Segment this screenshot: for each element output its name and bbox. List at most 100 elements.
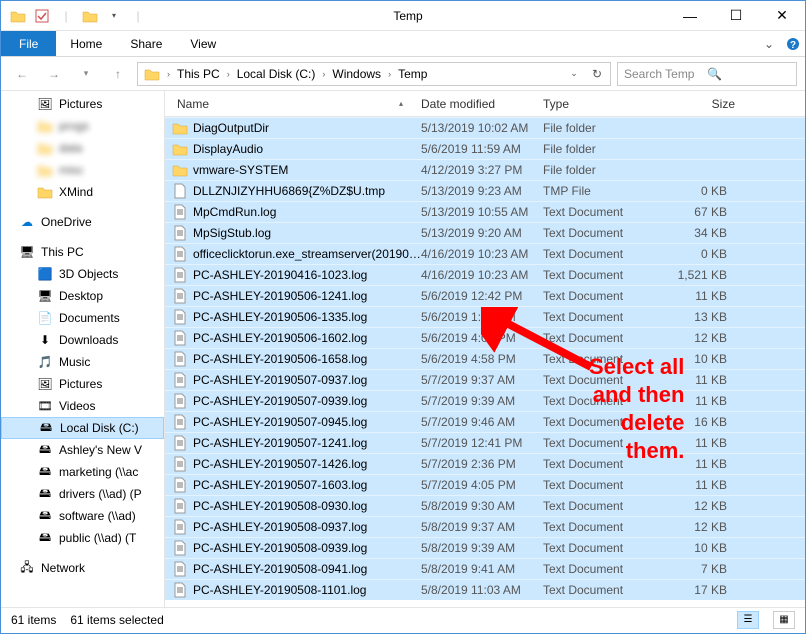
file-name: PC-ASHLEY-20190507-0937.log — [193, 373, 421, 387]
nav-item[interactable]: misc — [1, 159, 164, 181]
up-button[interactable]: ↑ — [105, 61, 131, 87]
nav-item[interactable]: 🖴public (\\ad) (T — [1, 527, 164, 549]
table-row[interactable]: DiagOutputDir5/13/2019 10:02 AMFile fold… — [165, 117, 805, 138]
chevron-right-icon[interactable]: › — [386, 69, 393, 79]
details-view-button[interactable]: ☰ — [737, 611, 759, 629]
nav-item[interactable]: 🖥Desktop — [1, 285, 164, 307]
tab-home[interactable]: Home — [56, 31, 116, 56]
text-icon — [171, 413, 189, 431]
nav-icon: 🖴 — [37, 464, 53, 480]
nav-item[interactable]: 🖼Pictures — [1, 373, 164, 395]
drive-icon[interactable] — [140, 63, 164, 85]
search-input[interactable]: Search Temp 🔍 — [617, 62, 797, 86]
crumb-localdisk[interactable]: Local Disk (C:) — [233, 63, 320, 85]
ribbon-expand-icon[interactable]: ⌄ — [757, 31, 781, 56]
nav-network[interactable]: 🖧Network — [1, 557, 164, 579]
tab-view[interactable]: View — [176, 31, 230, 56]
qat-separator: | — [127, 5, 149, 27]
text-icon — [171, 434, 189, 452]
table-row[interactable]: PC-ASHLEY-20190507-0939.log5/7/2019 9:39… — [165, 390, 805, 411]
column-date[interactable]: Date modified — [421, 97, 543, 111]
nav-item[interactable]: 🎞Videos — [1, 395, 164, 417]
large-icons-view-button[interactable]: ▦ — [773, 611, 795, 629]
nav-item[interactable]: ⬇Downloads — [1, 329, 164, 351]
crumb-temp[interactable]: Temp — [394, 63, 431, 85]
chevron-right-icon[interactable]: › — [165, 69, 172, 79]
address-bar[interactable]: › This PC › Local Disk (C:) › Windows › … — [137, 62, 611, 86]
table-row[interactable]: PC-ASHLEY-20190507-1426.log5/7/2019 2:36… — [165, 453, 805, 474]
table-row[interactable]: PC-ASHLEY-20190508-0941.log5/8/2019 9:41… — [165, 558, 805, 579]
new-folder-icon[interactable] — [79, 5, 101, 27]
nav-item[interactable]: 🖴Ashley's New V — [1, 439, 164, 461]
table-row[interactable]: PC-ASHLEY-20190507-0945.log5/7/2019 9:46… — [165, 411, 805, 432]
crumb-this-pc[interactable]: This PC — [173, 63, 224, 85]
nav-item[interactable]: 🖴drivers (\\ad) (P — [1, 483, 164, 505]
file-type: Text Document — [543, 520, 663, 534]
table-row[interactable]: DisplayAudio5/6/2019 11:59 AMFile folder — [165, 138, 805, 159]
table-row[interactable]: PC-ASHLEY-20190506-1241.log5/6/2019 12:4… — [165, 285, 805, 306]
table-row[interactable]: PC-ASHLEY-20190508-0939.log5/8/2019 9:39… — [165, 537, 805, 558]
back-button[interactable]: ← — [9, 61, 35, 87]
column-type[interactable]: Type — [543, 97, 663, 111]
file-date: 5/13/2019 9:23 AM — [421, 184, 543, 198]
nav-item[interactable]: 🖴marketing (\\ac — [1, 461, 164, 483]
table-row[interactable]: PC-ASHLEY-20190507-0937.log5/7/2019 9:37… — [165, 369, 805, 390]
nav-pictures[interactable]: 🖼Pictures — [1, 93, 164, 115]
file-size: 13 KB — [663, 310, 735, 324]
table-row[interactable]: PC-ASHLEY-20190508-0930.log5/8/2019 9:30… — [165, 495, 805, 516]
table-row[interactable]: vmware-SYSTEM4/12/2019 3:27 PMFile folde… — [165, 159, 805, 180]
file-name: DisplayAudio — [193, 142, 421, 156]
refresh-icon[interactable]: ↻ — [586, 63, 608, 85]
nav-item[interactable]: 🎵Music — [1, 351, 164, 373]
table-row[interactable]: MpSigStub.log5/13/2019 9:20 AMText Docum… — [165, 222, 805, 243]
table-row[interactable]: PC-ASHLEY-20190506-1658.log5/6/2019 4:58… — [165, 348, 805, 369]
file-size: 10 KB — [663, 541, 735, 555]
nav-icon: 🖼 — [37, 376, 53, 392]
nav-onedrive[interactable]: ☁OneDrive — [1, 211, 164, 233]
folder-icon — [171, 140, 189, 158]
table-row[interactable]: PC-ASHLEY-20190508-1101.log5/8/2019 11:0… — [165, 579, 805, 600]
nav-item[interactable]: 🟦3D Objects — [1, 263, 164, 285]
folder-icon — [37, 184, 53, 200]
folder-icon[interactable] — [7, 5, 29, 27]
file-rows[interactable]: DiagOutputDir5/13/2019 10:02 AMFile fold… — [165, 117, 805, 607]
navigation-pane[interactable]: 🖼Pictures progs data misc XMind ☁OneDriv… — [1, 91, 165, 607]
file-type: Text Document — [543, 373, 663, 387]
table-row[interactable]: officeclicktorun.exe_streamserver(201904… — [165, 243, 805, 264]
table-row[interactable]: PC-ASHLEY-20190416-1023.log4/16/2019 10:… — [165, 264, 805, 285]
file-tab[interactable]: File — [1, 31, 56, 56]
table-row[interactable]: MpCmdRun.log5/13/2019 10:55 AMText Docum… — [165, 201, 805, 222]
nav-xmind[interactable]: XMind — [1, 181, 164, 203]
nav-item[interactable]: 🖴Local Disk (C:) — [1, 417, 164, 439]
close-button[interactable]: ✕ — [759, 1, 805, 31]
nav-item[interactable]: progs — [1, 115, 164, 137]
search-icon[interactable]: 🔍 — [707, 67, 790, 81]
properties-icon[interactable] — [31, 5, 53, 27]
nav-this-pc[interactable]: 🖥This PC — [1, 241, 164, 263]
address-dropdown-icon[interactable]: ⌄ — [563, 63, 585, 85]
nav-item[interactable]: 📄Documents — [1, 307, 164, 329]
table-row[interactable]: PC-ASHLEY-20190507-1603.log5/7/2019 4:05… — [165, 474, 805, 495]
chevron-right-icon[interactable]: › — [225, 69, 232, 79]
nav-icon: 🖥 — [37, 288, 53, 304]
column-size[interactable]: Size — [663, 97, 753, 111]
tab-share[interactable]: Share — [116, 31, 176, 56]
qat-dropdown-icon[interactable]: ▾ — [103, 5, 125, 27]
column-name[interactable]: Name▴ — [165, 97, 421, 111]
maximize-button[interactable]: ☐ — [713, 1, 759, 31]
chevron-right-icon[interactable]: › — [320, 69, 327, 79]
help-icon[interactable]: ? — [781, 31, 805, 56]
table-row[interactable]: PC-ASHLEY-20190506-1335.log5/6/2019 1:36… — [165, 306, 805, 327]
minimize-button[interactable]: — — [667, 1, 713, 31]
table-row[interactable]: PC-ASHLEY-20190506-1602.log5/6/2019 4:03… — [165, 327, 805, 348]
nav-item[interactable]: data — [1, 137, 164, 159]
forward-button[interactable]: → — [41, 61, 67, 87]
recent-dropdown-icon[interactable]: ▾ — [73, 61, 99, 87]
table-row[interactable]: PC-ASHLEY-20190507-1241.log5/7/2019 12:4… — [165, 432, 805, 453]
table-row[interactable]: PC-ASHLEY-20190508-0937.log5/8/2019 9:37… — [165, 516, 805, 537]
nav-item[interactable]: 🖴software (\\ad) — [1, 505, 164, 527]
text-icon — [171, 476, 189, 494]
crumb-windows[interactable]: Windows — [328, 63, 385, 85]
file-size: 12 KB — [663, 499, 735, 513]
table-row[interactable]: DLLZNJIZYHHU6869{Z%DZ$U.tmp5/13/2019 9:2… — [165, 180, 805, 201]
